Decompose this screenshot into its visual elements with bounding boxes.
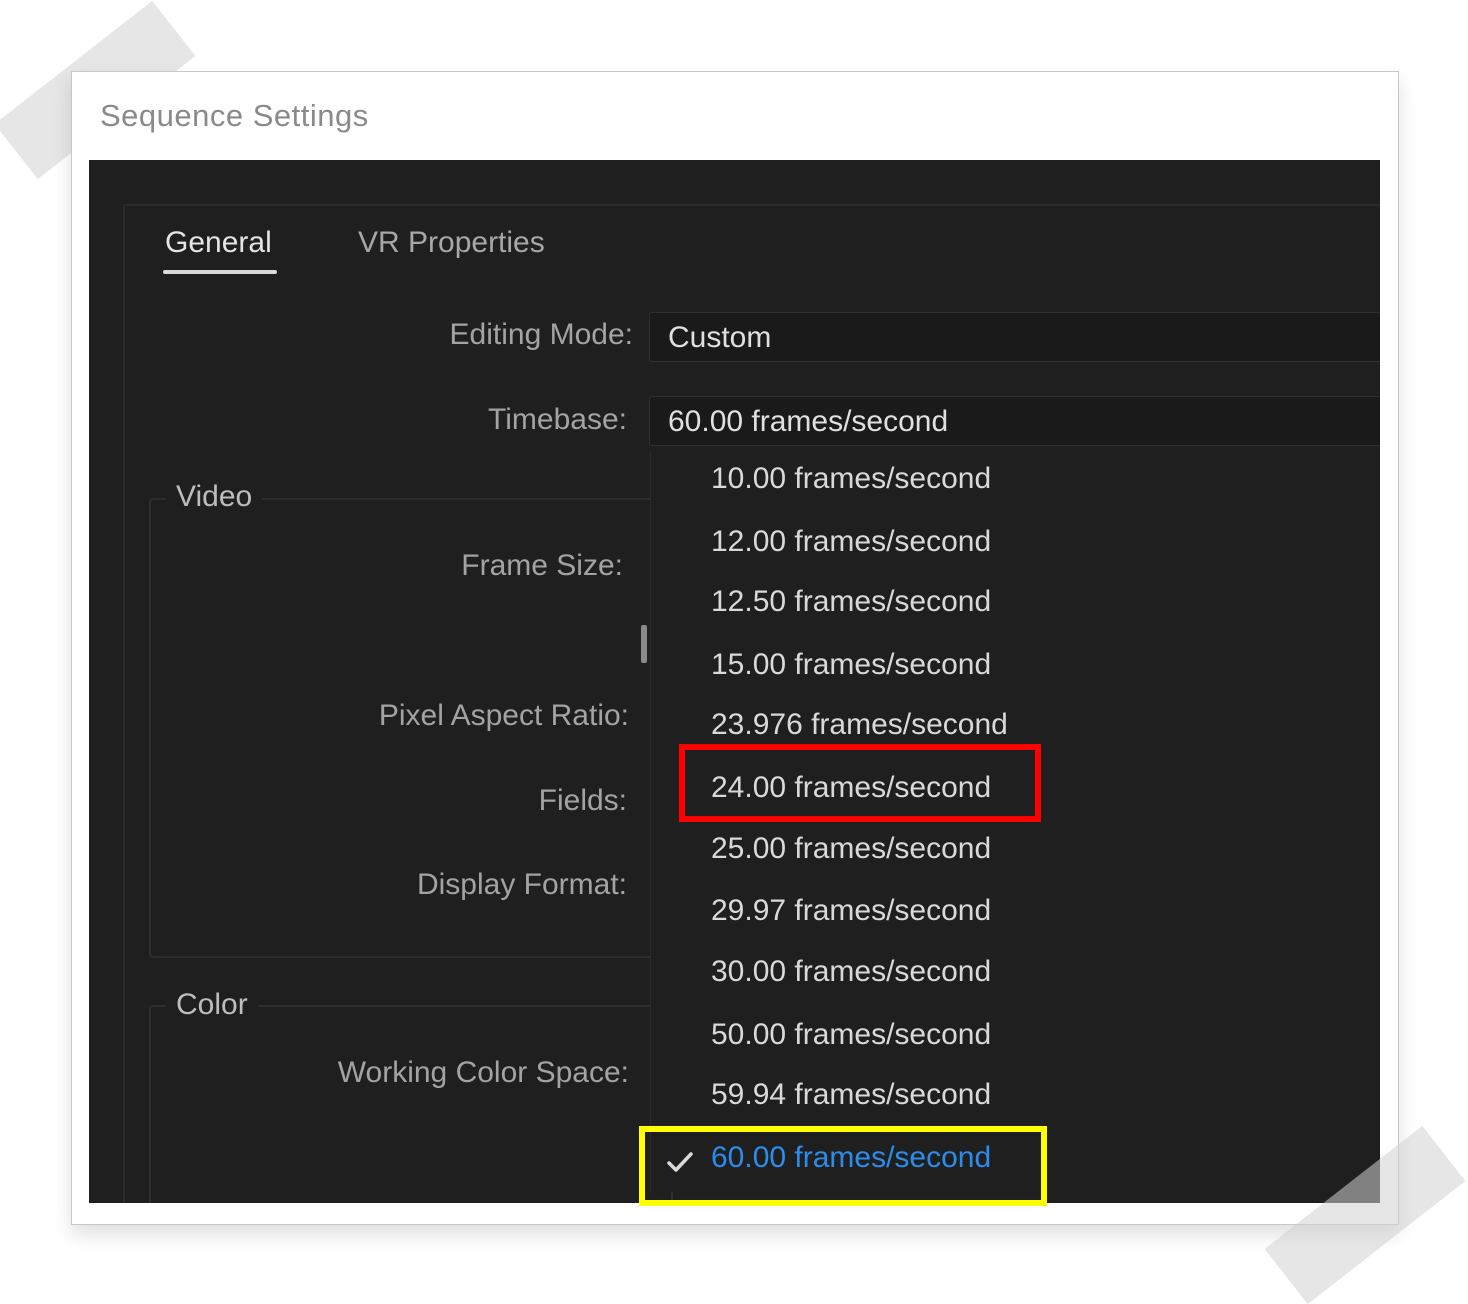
- timebase-option[interactable]: 12.50 frames/second: [711, 585, 991, 619]
- timebase-option[interactable]: 25.00 frames/second: [711, 832, 991, 866]
- sequence-settings-dialog: General VR Properties Editing Mode: Cust…: [89, 160, 1380, 1203]
- tab-vr-properties[interactable]: VR Properties: [358, 226, 545, 260]
- video-section-title: Video: [166, 480, 263, 514]
- editing-mode-label: Editing Mode:: [449, 318, 633, 351]
- timebase-dropdown-menu: 10.00 frames/second 12.00 frames/second …: [650, 452, 1380, 1192]
- timebase-option[interactable]: 12.00 frames/second: [711, 525, 991, 559]
- color-section-title: Color: [166, 988, 258, 1022]
- fields-label: Fields:: [538, 784, 627, 817]
- color-section: [149, 1005, 673, 1203]
- editing-mode-select[interactable]: Custom: [649, 312, 1380, 362]
- timebase-option[interactable]: 59.94 frames/second: [711, 1078, 991, 1112]
- timebase-label: Timebase:: [488, 403, 627, 436]
- working-color-space-label: Working Color Space:: [337, 1056, 629, 1089]
- timebase-option[interactable]: 10.00 frames/second: [711, 462, 991, 496]
- timebase-option[interactable]: 50.00 frames/second: [711, 1018, 991, 1052]
- yellow-highlight-box: [639, 1126, 1047, 1206]
- timebase-option[interactable]: 15.00 frames/second: [711, 648, 991, 682]
- timebase-select[interactable]: 60.00 frames/second: [649, 396, 1380, 446]
- timebase-option[interactable]: 23.976 frames/second: [711, 708, 1008, 742]
- red-highlight-box: [679, 744, 1041, 822]
- tab-general[interactable]: General: [165, 226, 272, 260]
- frame-size-field-edge: [641, 625, 647, 663]
- timebase-option[interactable]: 30.00 frames/second: [711, 955, 991, 989]
- timebase-option[interactable]: 29.97 frames/second: [711, 894, 991, 928]
- display-format-label: Display Format:: [416, 868, 627, 901]
- window-title: Sequence Settings: [100, 98, 369, 133]
- pixel-aspect-ratio-label: Pixel Aspect Ratio:: [378, 699, 629, 732]
- active-tab-indicator: [163, 270, 277, 274]
- frame-size-label: Frame Size:: [461, 549, 623, 582]
